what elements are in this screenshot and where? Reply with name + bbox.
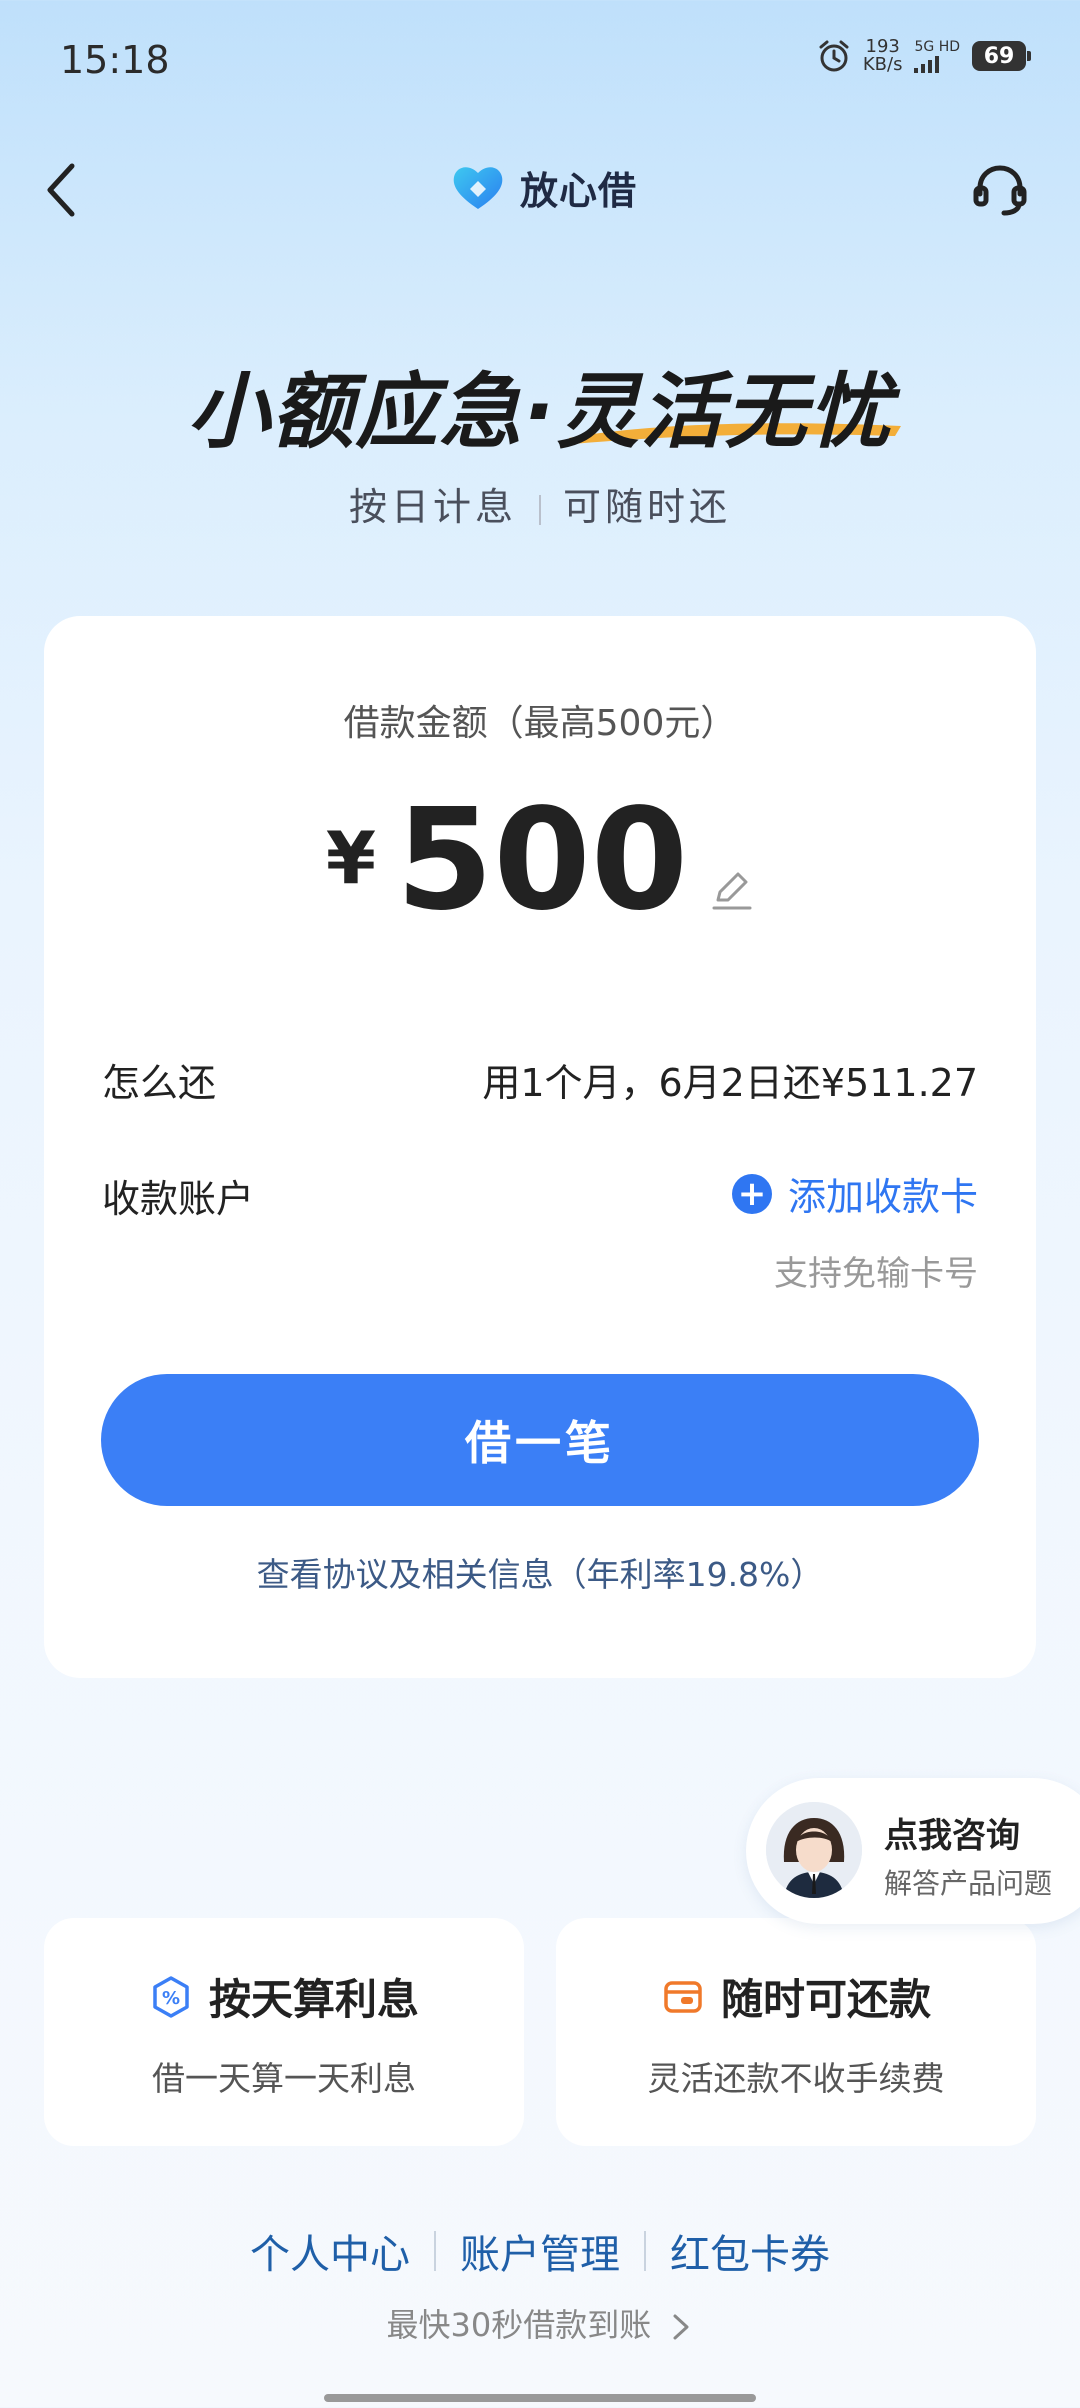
net-speed: 193 KB/s [862, 36, 903, 75]
back-button[interactable] [38, 158, 88, 222]
avatar [766, 1802, 862, 1898]
hero-subtitle: 按日计息 可随时还 [348, 485, 732, 529]
agreement-link[interactable]: 查看协议及相关信息（年利率19.8%） [44, 1548, 1036, 1596]
edit-icon[interactable] [710, 868, 754, 912]
currency-symbol: ¥ [325, 816, 376, 900]
wallet-icon [664, 1980, 702, 2013]
feature-card-daily-interest: % 按天算利息 借一天算一天利息 [44, 1918, 524, 2146]
add-card-hint: 支持免输卡号 [774, 1254, 978, 1294]
network-indicator: 5G HD [914, 39, 960, 73]
svg-text:%: % [162, 1988, 180, 2009]
borrow-button[interactable]: 借一笔 [101, 1374, 979, 1506]
battery-icon: 69 [972, 41, 1031, 71]
loan-card: 借款金额（最高500元） ¥ 500 怎么还 用1个月，6月2日还¥511.27… [44, 616, 1036, 1678]
footer-links: 个人中心 账户管理 红包卡券 [0, 2222, 1080, 2280]
customer-service-button[interactable] [970, 160, 1030, 220]
status-icons: 193 KB/s 5G HD 69 [817, 36, 1031, 75]
signal-icon [914, 55, 960, 73]
amount-label: 借款金额（最高500元） [343, 703, 737, 744]
add-card-label: 添加收款卡 [787, 1175, 978, 1219]
chevron-right-icon [673, 2314, 689, 2340]
repay-label: 怎么还 [102, 1061, 217, 1105]
amount-display: ¥ 500 [44, 786, 1036, 936]
brand: 放心借 [450, 160, 637, 215]
home-indicator[interactable] [324, 2394, 756, 2402]
footer-link-account-management[interactable]: 账户管理 [460, 2222, 620, 2280]
consult-subtitle: 解答产品问题 [884, 1867, 1053, 1900]
feature-subtitle: 借一天算一天利息 [152, 2059, 416, 2098]
loan-amount[interactable]: 500 [396, 786, 688, 936]
footer-note[interactable]: 最快30秒借款到账 [0, 2300, 1080, 2346]
consult-bubble[interactable]: 点我咨询 解答产品问题 [746, 1778, 1080, 1924]
plus-circle-icon: + [731, 1173, 772, 1214]
add-card-button[interactable]: + 添加收款卡 [731, 1166, 978, 1221]
footer-link-personal-center[interactable]: 个人中心 [250, 2222, 410, 2280]
brand-name: 放心借 [520, 169, 638, 213]
hero-title: 小额应急·灵活无忧 [187, 365, 893, 460]
feature-title: 随时可还款 [720, 1975, 931, 2024]
status-time: 15:18 [60, 38, 170, 82]
feature-card-flexible-repay: 随时可还款 灵活还款不收手续费 [556, 1918, 1036, 2146]
account-label: 收款账户 [102, 1177, 255, 1221]
footer-link-coupons[interactable]: 红包卡券 [670, 2222, 830, 2280]
feature-title: 按天算利息 [208, 1975, 419, 2024]
divider [434, 2231, 436, 2271]
alarm-icon [819, 40, 849, 72]
percent-badge-icon: % [153, 1975, 189, 2018]
brand-logo-icon [453, 166, 503, 209]
repay-value[interactable]: 用1个月，6月2日还¥511.27 [482, 1052, 978, 1107]
feature-subtitle: 灵活还款不收手续费 [647, 2059, 945, 2098]
consult-title: 点我咨询 [884, 1816, 1020, 1856]
divider [644, 2231, 646, 2271]
